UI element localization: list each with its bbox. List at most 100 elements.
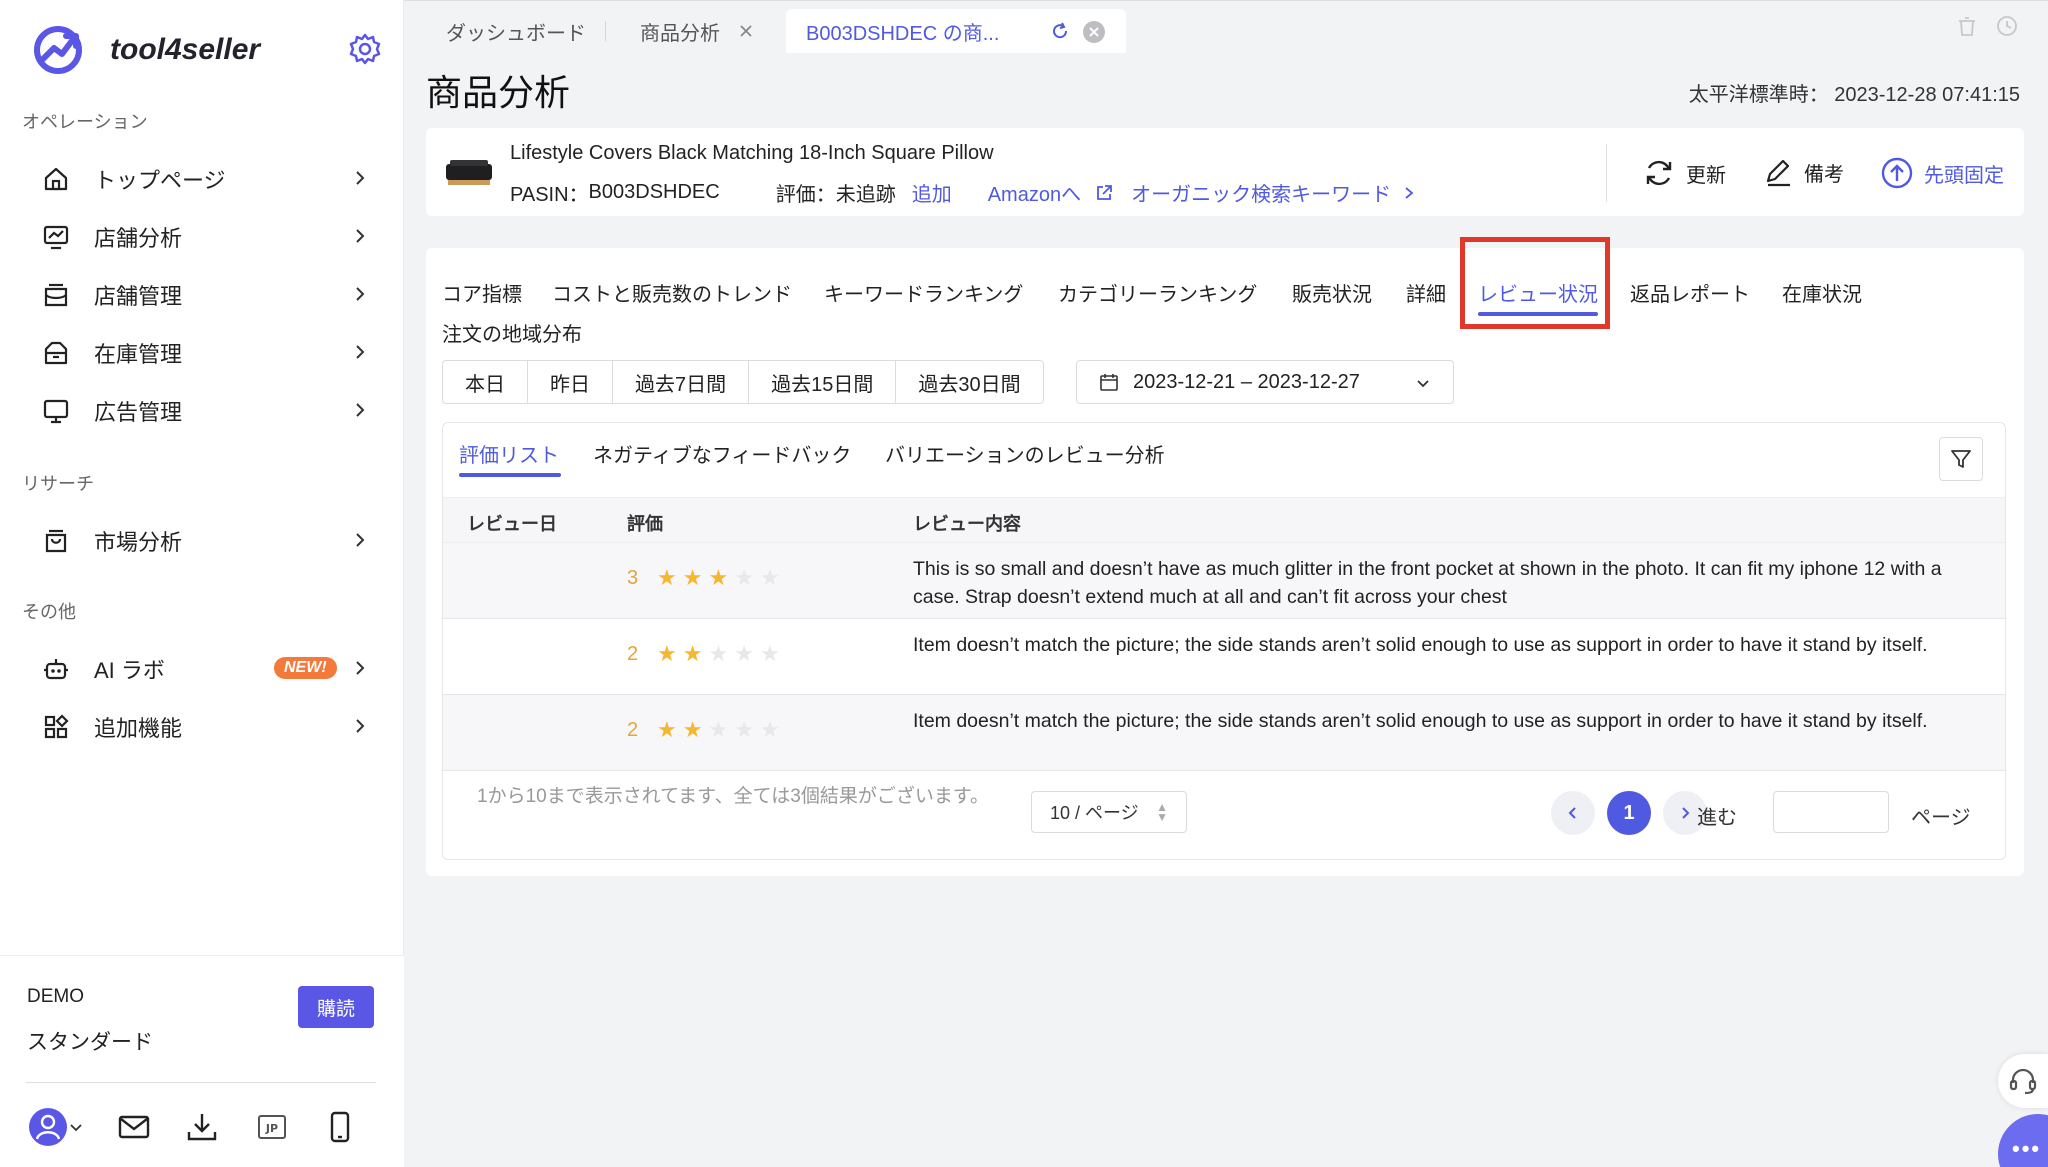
refresh-icon — [1646, 160, 1672, 186]
support-button[interactable] — [1998, 1054, 2048, 1108]
range-yesterday-button[interactable]: 昨日 — [528, 361, 613, 403]
range-30days-button[interactable]: 過去30日間 — [896, 361, 1042, 403]
note-button[interactable]: 備考 — [1762, 156, 1844, 188]
sidebar-item-store-analysis[interactable]: 店舗分析 — [40, 212, 370, 262]
range-today-button[interactable]: 本日 — [443, 361, 528, 403]
language-jp-icon[interactable]: JP — [252, 1107, 292, 1147]
tab-return-report[interactable]: 返品レポート — [1630, 278, 1750, 307]
store-icon — [40, 279, 72, 311]
close-icon[interactable] — [738, 23, 754, 39]
star-empty-icon: ★ — [759, 717, 780, 742]
star-filled-icon: ★ — [708, 565, 729, 590]
chevron-right-icon — [1682, 807, 1690, 819]
download-icon[interactable] — [182, 1107, 222, 1147]
range-15days-button[interactable]: 過去15日間 — [749, 361, 897, 403]
pin-up-icon — [1881, 157, 1913, 189]
timestamp: 2023-12-28 07:41:15 — [1834, 84, 2020, 106]
refresh-button[interactable]: 更新 — [1642, 156, 1726, 190]
chevron-down-icon[interactable] — [66, 1107, 86, 1147]
add-link[interactable]: 追加 — [912, 178, 952, 207]
sidebar-item-add-ons[interactable]: 追加機能 — [40, 702, 370, 752]
refresh-label: 更新 — [1686, 164, 1726, 187]
tab-dashboard[interactable]: ダッシュボード — [426, 9, 606, 53]
tab-label: 商品分析 — [640, 22, 720, 45]
chevron-right-icon[interactable] — [1401, 185, 1417, 201]
rating-value: 3 — [627, 567, 639, 589]
column-header-rating: 評価 — [627, 514, 663, 534]
sidebar-item-label: 広告管理 — [94, 400, 183, 425]
section-label-research: リサーチ — [22, 474, 94, 494]
tab-order-region[interactable]: 注文の地域分布 — [442, 318, 582, 347]
page-button-current[interactable]: 1 — [1607, 791, 1651, 835]
amazon-link[interactable]: Amazonへ — [988, 178, 1081, 207]
account-panel: DEMO スタンダード 購読 JP — [0, 955, 404, 1167]
timezone-clock: 太平洋標準時： 2023-12-28 07:41:15 — [1689, 78, 2020, 107]
tab-product-detail[interactable]: B003DSHDEC の商... — [786, 9, 1126, 53]
tab-core-metrics[interactable]: コア指標 — [442, 278, 522, 307]
sidebar-item-store-management[interactable]: 店舗管理 — [40, 270, 370, 320]
star-empty-icon: ★ — [759, 565, 780, 590]
active-tab-indicator — [459, 473, 561, 477]
page-label: ページ — [1911, 807, 1971, 829]
pagination-info: 1から10まで表示されてます、全ては3個結果がございます。 — [477, 786, 989, 807]
sidebar-item-ads[interactable]: 広告管理 — [40, 386, 370, 436]
chart-monitor-icon — [40, 221, 72, 253]
table-row: 2 ★ ★ ★ ★ ★ Item doesn’t match the picture; … — [443, 695, 2005, 771]
star-rating: ★ ★ ★ ★ ★ — [657, 719, 786, 741]
highlight-box — [1460, 237, 1610, 329]
pencil-icon — [1766, 159, 1790, 187]
chevron-right-icon — [356, 719, 365, 733]
tab-product-analysis[interactable]: 商品分析 — [620, 9, 774, 53]
product-meta: PASIN： B003DSHDEC 評価： 未追跡 追加 Amazonへ オーガ… — [510, 178, 1417, 207]
sidebar-item-ai-lab[interactable]: AI ラボ NEW! — [40, 644, 370, 694]
mobile-icon[interactable] — [320, 1107, 360, 1147]
bottom-toolbar: JP — [28, 1104, 378, 1150]
external-link-icon[interactable] — [1095, 184, 1113, 202]
monitor-icon — [40, 395, 72, 427]
prev-page-button[interactable] — [1551, 791, 1595, 835]
pin-top-button[interactable]: 先頭固定 — [1880, 156, 2004, 190]
tab-negative-feedback[interactable]: ネガティブなフィードバック — [593, 439, 851, 468]
trash-icon[interactable] — [1956, 15, 1978, 37]
tab-inventory-status[interactable]: 在庫状況 — [1782, 278, 1862, 307]
tab-keyword-ranking[interactable]: キーワードランキング — [824, 278, 1023, 307]
star-filled-icon: ★ — [682, 641, 703, 666]
pin-top-label: 先頭固定 — [1924, 164, 2004, 187]
mail-icon[interactable] — [114, 1107, 154, 1147]
tab-variation-review-analysis[interactable]: バリエーションのレビュー分析 — [885, 439, 1165, 468]
robot-icon — [40, 653, 72, 685]
close-circle-icon[interactable] — [1082, 20, 1106, 44]
history-icon[interactable] — [1996, 15, 2018, 37]
tab-category-ranking[interactable]: カテゴリーランキング — [1058, 278, 1257, 307]
section-label-other: その他 — [22, 602, 76, 622]
page-size-select[interactable]: 10 / ページ ▲ ▼ — [1031, 791, 1187, 833]
date-range-picker[interactable]: 2023-12-21 – 2023-12-27 — [1076, 360, 1454, 404]
page-title: 商品分析 — [426, 72, 571, 113]
star-empty-icon: ★ — [708, 717, 729, 742]
avatar-icon[interactable] — [28, 1107, 68, 1147]
table-row: 3 ★ ★ ★ ★ ★ This is so small and doesn’t hav… — [443, 543, 2005, 619]
chat-button[interactable]: ••• — [1998, 1114, 2048, 1167]
tab-bar: ダッシュボード 商品分析 B003DSHDEC の商... — [404, 0, 2048, 53]
tab-cost-sales-trend[interactable]: コストと販売数のトレンド — [552, 278, 792, 307]
chevron-right-icon — [356, 345, 365, 359]
sidebar-item-market-analysis[interactable]: 市場分析 — [40, 516, 370, 566]
logo[interactable]: tool4seller — [32, 20, 382, 80]
sidebar-item-top-page[interactable]: トップページ — [40, 154, 370, 204]
goto-page-input[interactable] — [1773, 791, 1889, 833]
filter-button[interactable] — [1939, 437, 1983, 481]
sidebar-item-inventory[interactable]: 在庫管理 — [40, 328, 370, 378]
subscribe-button[interactable]: 購読 — [298, 986, 374, 1028]
star-rating: ★ ★ ★ ★ ★ — [657, 567, 786, 589]
sidebar-item-label: 店舗分析 — [94, 226, 183, 251]
sidebar-item-label: 在庫管理 — [94, 342, 183, 367]
review-content: Item doesn’t match the picture; the side… — [913, 634, 1928, 656]
tab-sales-status[interactable]: 販売状況 — [1292, 278, 1372, 307]
range-7days-button[interactable]: 過去7日間 — [613, 361, 750, 403]
organic-keyword-link[interactable]: オーガニック検索キーワード — [1131, 178, 1391, 207]
tab-details[interactable]: 詳細 — [1406, 278, 1446, 307]
chevron-right-icon — [356, 533, 365, 547]
tab-review-list[interactable]: 評価リスト — [459, 439, 559, 468]
gear-icon[interactable] — [348, 32, 382, 66]
refresh-icon[interactable] — [1050, 21, 1070, 41]
